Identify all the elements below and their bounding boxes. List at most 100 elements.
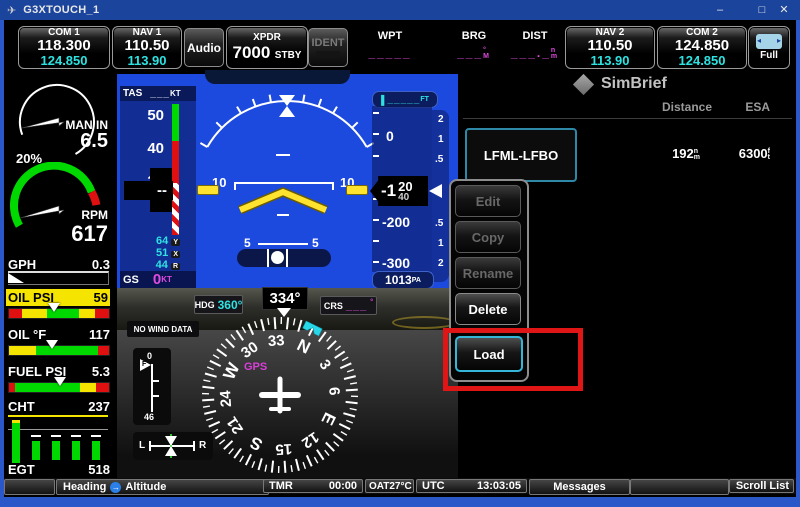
vspeed-y: 64: [156, 235, 168, 247]
vspeed-r-tag: R: [171, 263, 180, 270]
svg-text:33: 33: [267, 332, 285, 350]
altimeter-drum-bottom: 40: [398, 193, 412, 203]
rpm-label: RPM: [40, 208, 108, 222]
tas-header: TAS ___ KT: [120, 86, 196, 101]
heading-lubber-pointer: [277, 308, 291, 317]
header-divider: [463, 118, 792, 119]
gs-value: 0: [153, 271, 161, 288]
messages-label: Messages: [553, 481, 606, 493]
vspeed-x: 51: [156, 247, 168, 259]
cht-bar-1: [12, 420, 20, 463]
vspeed-r: 44: [156, 259, 168, 271]
scroll-list-label: Scroll List: [736, 480, 789, 492]
minimize-icon[interactable]: –: [703, 0, 737, 20]
autopilot-status: Heading → Altitude: [56, 479, 269, 495]
egt-label: EGT: [8, 462, 35, 477]
flaps-bottom-label: 46: [144, 412, 154, 422]
heading-readout-value: 334°: [269, 290, 300, 307]
hdg-label: HDG: [195, 300, 215, 310]
rename-button[interactable]: Rename: [455, 257, 521, 289]
com2-standby: 124.850: [679, 54, 726, 68]
gs-label: GS: [123, 274, 139, 286]
selected-altitude-unit: FT: [420, 96, 429, 103]
baro-box[interactable]: 1013 PA: [372, 271, 434, 289]
alt-tick-300: -300: [382, 255, 410, 271]
close-icon[interactable]: ✕: [768, 0, 800, 20]
volume-label: Full: [760, 51, 778, 62]
ident-button[interactable]: IDENT: [308, 28, 348, 67]
xpdr-mode: STBY: [275, 50, 302, 61]
nav2-active: 110.50: [587, 38, 632, 54]
cht-bar-5: [92, 441, 100, 460]
roll-scale: [190, 88, 384, 158]
audio-button[interactable]: Audio: [184, 28, 224, 67]
messages-button[interactable]: Messages: [529, 479, 630, 495]
pitch-minor-1: [276, 154, 290, 156]
nav2-box[interactable]: NAV 2 110.50 113.90: [565, 26, 655, 69]
dist-label: DIST: [506, 30, 564, 42]
xpdr-code: 7000: [233, 43, 271, 62]
titlebar[interactable]: ✈ G3XTOUCH_1: [0, 0, 800, 20]
svg-text:6: 6: [325, 386, 343, 396]
brg-field: BRG ___°M: [442, 30, 506, 60]
annotation-highlight-box: [443, 328, 583, 391]
trim-right-label: R: [199, 440, 206, 451]
flightplan-row-name[interactable]: LFML-LFBO: [465, 128, 577, 182]
brg-label: BRG: [442, 30, 506, 42]
delete-button[interactable]: Delete: [455, 293, 521, 325]
altimeter-drum-top: 20: [398, 180, 412, 193]
pitch-5-line: [258, 243, 308, 245]
airspeed-tick-50: 50: [120, 107, 164, 124]
flightplan-name: LFML-LFBO: [484, 148, 558, 163]
hdg-value: 360°: [218, 298, 243, 312]
ap-transfer-icon: →: [110, 482, 121, 493]
cht-label: CHT: [8, 399, 35, 414]
trim-bowtie-top: [165, 436, 177, 446]
wpt-label: WPT: [352, 30, 428, 42]
baro-value: 1013: [385, 273, 412, 287]
com1-standby: 124.850: [41, 54, 88, 68]
utc-label: UTC: [422, 480, 445, 492]
oil-psi-pointer: [48, 303, 60, 312]
copy-button[interactable]: Copy: [455, 221, 521, 253]
baro-unit: PA: [412, 277, 421, 284]
g3x-window: ✈ G3XTOUCH_1 – □ ✕ COM 1 118.300 124.850…: [0, 0, 800, 507]
crs-box[interactable]: CRS ___ °: [320, 296, 377, 315]
column-esa: ESA: [728, 100, 770, 114]
statusbar-spacer-right: [630, 479, 729, 495]
com2-box[interactable]: COM 2 124.850 124.850: [657, 26, 747, 69]
hdg-box[interactable]: HDG 360°: [194, 295, 243, 314]
pfd-bezel-tab: [205, 70, 350, 84]
pitch-5-right: 5: [312, 236, 319, 250]
tas-label: TAS: [123, 88, 142, 99]
utc-field: UTC13:03:05: [416, 479, 527, 493]
volume-knob-icon: ◂▸: [756, 34, 782, 49]
volume-button[interactable]: ◂▸ Full: [748, 26, 790, 69]
gph-wedge: [8, 273, 24, 283]
nav1-active: 110.50: [124, 38, 169, 54]
nav1-box[interactable]: NAV 1 110.50 113.90: [112, 26, 182, 69]
tmr-label: TMR: [269, 480, 293, 492]
tmr-value: 00:00: [329, 480, 357, 492]
com1-box[interactable]: COM 1 118.300 124.850: [18, 26, 110, 69]
altimeter-pointer-main: -1: [381, 181, 396, 201]
scroll-list-button[interactable]: Scroll List: [729, 479, 794, 493]
oil-temp-value: 117: [89, 327, 110, 342]
groundspeed-strip: GS 0 KT: [120, 271, 196, 288]
gph-row: GPH0.3: [8, 257, 110, 272]
cht-bar-3: [52, 441, 60, 460]
nav1-standby: 113.90: [127, 54, 166, 68]
xpdr-box[interactable]: XPDR 7000 STBY: [226, 26, 308, 69]
crs-label: CRS: [324, 301, 343, 311]
airspeed-pointer: --: [124, 181, 173, 200]
airspeed-tick-40: 40: [120, 140, 164, 157]
slip-skid-indicator: [237, 249, 331, 267]
rpm-value: 617: [40, 221, 108, 247]
trim-indicator: L R: [133, 432, 213, 460]
flaps-indicator: 0 F 46: [133, 348, 171, 425]
wing-right: [346, 185, 368, 195]
gs-unit: KT: [161, 275, 172, 284]
crs-unit: °: [370, 299, 373, 306]
edit-button[interactable]: Edit: [455, 185, 521, 217]
trim-bowtie-bottom: [165, 446, 177, 456]
